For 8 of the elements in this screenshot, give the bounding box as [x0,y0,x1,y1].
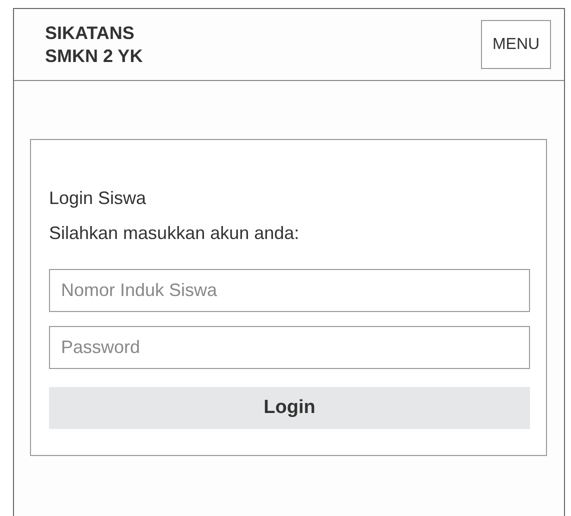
menu-button[interactable]: MENU [481,20,551,69]
login-button[interactable]: Login [49,387,530,429]
input-field[interactable]: Nomor Induk Siswa [49,269,530,312]
login-title: Login Siswa [49,187,148,210]
brand-title: SMKN 2 YK [45,44,143,68]
instruction-text: Silahkan masukkan akun anda: [49,222,300,245]
input-field[interactable]: Password [49,326,530,369]
brand-title: SIKATANS [45,22,136,44]
